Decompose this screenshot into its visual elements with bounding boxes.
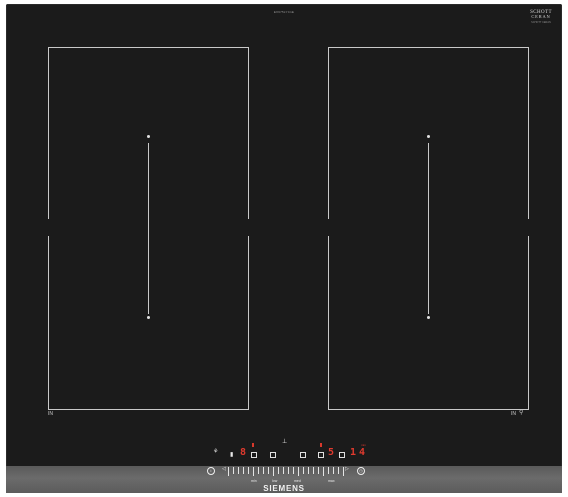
timer-button-icon[interactable]: ◷ bbox=[357, 467, 365, 475]
scale-label-max: max bbox=[328, 479, 335, 483]
right-zone-rear-button[interactable] bbox=[300, 452, 306, 458]
left-zone-center-line bbox=[148, 143, 149, 314]
right-zone-front-button[interactable] bbox=[318, 452, 324, 458]
brand-line-3: SCHOTT CERAN bbox=[531, 20, 551, 24]
slider-start-icon: ◁ bbox=[222, 466, 226, 472]
siemens-logo: SIEMENS bbox=[263, 484, 305, 493]
left-zone-select-button[interactable]: ▮ bbox=[230, 452, 233, 458]
power-button-icon[interactable]: i bbox=[207, 467, 215, 475]
right-zone-top-marker bbox=[426, 135, 430, 138]
model-number: EX675LYC1E bbox=[273, 10, 295, 14]
right-zone-select-button[interactable] bbox=[339, 452, 345, 458]
left-indicator-mark bbox=[252, 443, 254, 447]
right-zone-center-line bbox=[428, 143, 429, 314]
right-zone-label: IN bbox=[511, 411, 516, 417]
right-power-display: 5 bbox=[328, 447, 335, 458]
scale-label-low: low bbox=[272, 479, 278, 483]
pot-sensor-icon: ⚲ bbox=[519, 410, 524, 416]
brand-line-2: CERAN bbox=[531, 14, 551, 19]
right-indicator-mark bbox=[320, 443, 322, 447]
left-zone-top-marker bbox=[146, 135, 150, 138]
timer-min-label: min bbox=[361, 443, 366, 447]
left-zone-rear-button[interactable] bbox=[251, 452, 257, 458]
timer-display: 14 bbox=[350, 447, 369, 458]
scale-label-min: min bbox=[251, 479, 257, 483]
left-zone-front-button[interactable] bbox=[270, 452, 276, 458]
left-zone-label: IN bbox=[48, 411, 53, 417]
right-zone-bottom-marker bbox=[426, 316, 430, 319]
power-level-slider[interactable] bbox=[228, 467, 344, 476]
pan-icon: ⊥ bbox=[282, 439, 288, 445]
booster-button[interactable]: ⚘ bbox=[213, 449, 218, 455]
scale-label-med: med bbox=[294, 479, 301, 483]
glass-brand-logo: SCHOTT CERAN SCHOTT CERAN bbox=[526, 10, 556, 24]
left-zone-bottom-marker bbox=[146, 316, 150, 319]
left-power-display: 8 bbox=[240, 447, 247, 458]
slider-end-icon: ▷ bbox=[345, 466, 349, 472]
